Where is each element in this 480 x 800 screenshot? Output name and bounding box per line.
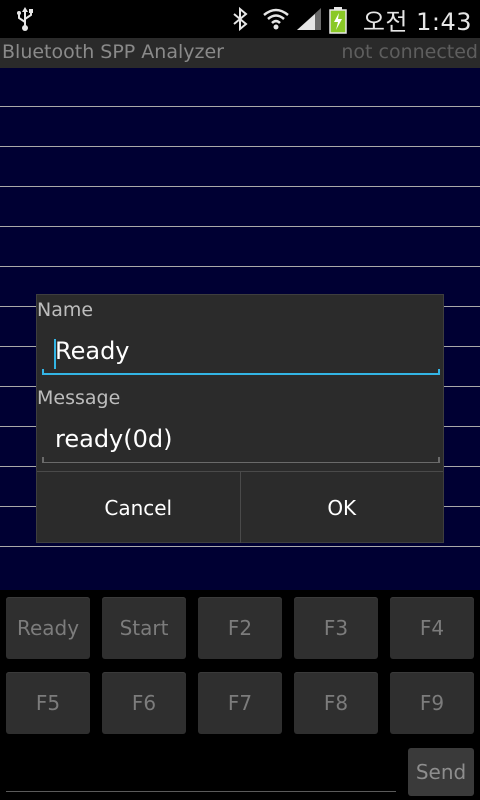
fkey-f2[interactable]: F2 (198, 597, 282, 659)
status-bar: 오전 1:43 (0, 0, 480, 38)
fkey-start[interactable]: Start (102, 597, 186, 659)
message-field-value: ready(0d) (55, 425, 173, 453)
fkey-ready[interactable]: Ready (6, 597, 90, 659)
signal-icon (295, 6, 321, 32)
connection-status: not connected (341, 41, 478, 63)
fkey-f7[interactable]: F7 (198, 672, 282, 734)
fkey-f8[interactable]: F8 (294, 672, 378, 734)
clock: 오전 1:43 (362, 7, 472, 36)
fkey-f3[interactable]: F3 (294, 597, 378, 659)
log-line (0, 106, 480, 107)
log-line (0, 546, 480, 547)
name-field-tick (438, 369, 440, 375)
usb-icon (12, 6, 38, 32)
ok-button[interactable]: OK (241, 472, 444, 543)
command-input-underline (6, 791, 396, 792)
message-field[interactable]: ready(0d) (42, 421, 440, 463)
command-input[interactable] (6, 748, 396, 796)
message-field-tick (438, 457, 440, 463)
dialog-button-bar: Cancel OK (37, 471, 443, 543)
log-line (0, 226, 480, 227)
message-label: Message (37, 387, 121, 409)
send-button[interactable]: Send (408, 748, 474, 796)
edit-key-dialog: Name Ready Message ready(0d) Cancel OK (36, 294, 444, 543)
title-bar: Bluetooth SPP Analyzer not connected (0, 38, 480, 68)
bluetooth-icon (227, 6, 253, 32)
name-field-tick (42, 369, 44, 375)
name-field[interactable]: Ready (42, 333, 440, 375)
fkey-f6[interactable]: F6 (102, 672, 186, 734)
log-line (0, 146, 480, 147)
name-label: Name (37, 299, 94, 321)
message-field-underline (42, 462, 440, 463)
log-line (0, 186, 480, 187)
log-line (0, 266, 480, 267)
battery-charging-icon (329, 6, 355, 34)
fkey-f4[interactable]: F4 (390, 597, 474, 659)
message-field-tick (42, 457, 44, 463)
cancel-button[interactable]: Cancel (37, 472, 241, 543)
fkey-f5[interactable]: F5 (6, 672, 90, 734)
wifi-icon (261, 6, 289, 32)
fkey-f9[interactable]: F9 (390, 672, 474, 734)
app-title: Bluetooth SPP Analyzer (2, 41, 224, 63)
name-field-value: Ready (55, 337, 130, 365)
name-field-underline (42, 373, 440, 375)
